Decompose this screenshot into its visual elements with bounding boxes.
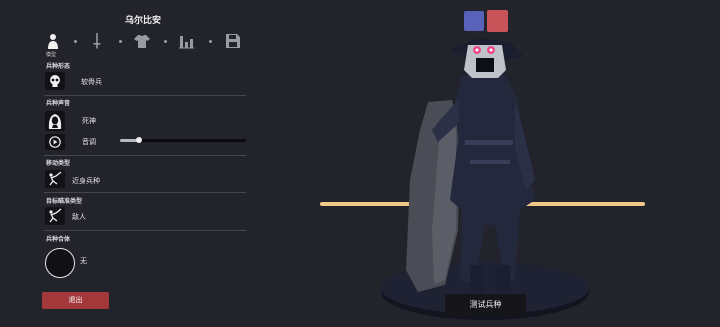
character-eye-right-glint [489,48,493,52]
form-value: 软骨兵 [81,78,102,86]
pitch-play-button[interactable] [45,134,65,150]
tab-weapon[interactable] [88,32,106,50]
reaper-icon [48,114,62,129]
unit-preview-scene[interactable] [310,30,655,325]
character-boot-left [470,265,484,293]
tab-model-label: 模型 [46,52,57,58]
save-icon [226,34,240,48]
shirt-icon [134,35,150,48]
voice-value: 死神 [82,117,96,125]
tab-save[interactable] [224,32,242,50]
section-divider [44,230,246,231]
character-eye-left-glint [475,48,479,52]
team-color-red-swatch[interactable] [487,10,508,32]
pitch-slider[interactable] [120,137,246,143]
fusion-select-button[interactable] [45,248,75,278]
character-boot-right [496,265,510,293]
sword-icon [93,33,101,49]
movement-select-button[interactable] [45,170,65,188]
test-unit-button[interactable]: 测试兵种 [445,294,526,316]
tab-separator [74,40,77,43]
targeting-section-label: 目标瞄准类型 [46,198,83,205]
tab-clothing[interactable] [133,32,151,50]
section-divider [44,95,246,96]
character-coat [450,75,535,285]
team-color-blue-swatch[interactable] [464,11,484,31]
targeting-value: 敌人 [72,213,86,221]
tab-separator [119,40,122,43]
melee-icon [49,171,62,186]
unit-editor-panel: 乌尔比安 模型 兵种形态 软骨兵 兵种声音 死神 音调 移动类型 近身兵种 目标… [0,0,250,327]
tab-separator [164,40,167,43]
movement-value: 近身兵种 [72,177,100,185]
editor-tabs: 模型 [44,32,244,58]
unit-name-title: 乌尔比安 [124,16,161,26]
pitch-label: 音调 [82,138,96,146]
tab-separator [209,40,212,43]
targeting-select-button[interactable] [45,207,65,225]
tab-stats[interactable] [178,32,196,50]
section-divider [44,155,246,156]
movement-section-label: 移动类型 [46,160,71,167]
section-divider [44,192,246,193]
voice-section-label: 兵种声音 [46,100,71,107]
play-icon [49,136,61,148]
person-icon [48,34,58,49]
form-section-label: 兵种形态 [46,63,71,70]
form-select-button[interactable] [45,72,65,90]
tab-model[interactable]: 模型 [44,32,62,58]
pitch-slider-knob[interactable] [135,137,142,143]
fusion-section-label: 兵种合体 [46,236,71,243]
exit-button[interactable]: 退出 [42,292,109,309]
skull-icon [50,75,60,87]
voice-select-button[interactable] [45,111,65,131]
character-belt [465,140,513,145]
fusion-value: 无 [80,257,87,265]
character-belt-lower [470,160,510,164]
bars-icon [179,36,194,49]
character-mask [476,58,494,72]
target-icon [49,208,62,223]
